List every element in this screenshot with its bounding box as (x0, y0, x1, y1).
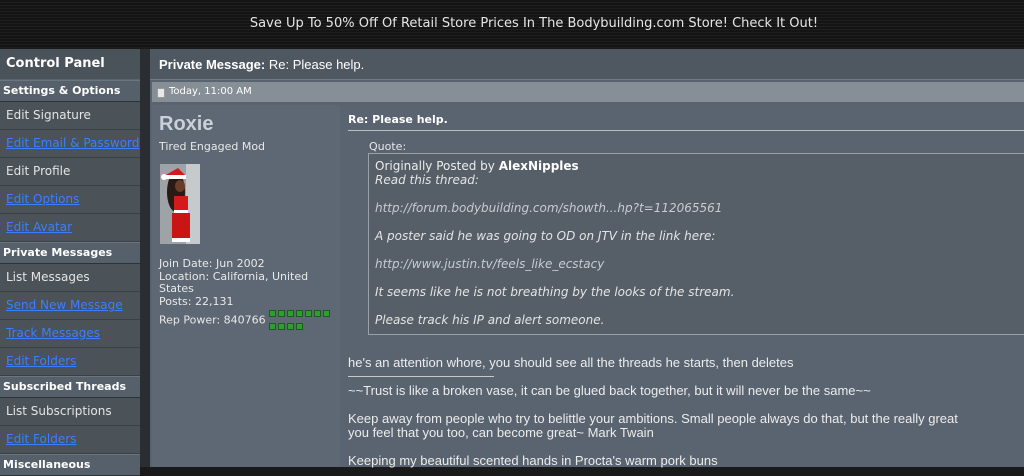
sidebar-item-edit-folders-pm[interactable]: Edit Folders (0, 348, 140, 376)
avatar-image-icon (160, 164, 200, 244)
quote-link-1[interactable]: http://forum.bodybuilding.com/showth...h… (375, 201, 722, 215)
signature-line-2: Keep away from people who try to belittl… (348, 411, 958, 426)
sidebar-item-edit-profile[interactable]: Edit Profile (0, 158, 140, 186)
quote-label: Quote: (369, 140, 407, 153)
username-link[interactable]: Roxie (159, 113, 213, 136)
sidebar-item-edit-folders-subs[interactable]: Edit Folders (0, 426, 140, 454)
post-date: Today, 11:00 AM (169, 86, 252, 97)
control-panel-sidebar: Control Panel Settings & Options Edit Si… (0, 49, 140, 476)
pm-header-subject: Re: Please help. (268, 57, 365, 72)
user-stats: Join Date: Jun 2002 Location: California… (159, 257, 335, 333)
post-date-bar: Today, 11:00 AM (152, 82, 1024, 102)
reputation-icons (269, 308, 332, 333)
promo-banner: Save Up To 50% Off Of Retail Store Price… (0, 0, 1024, 48)
signature-line-3: you feel that you too, can become great~… (348, 425, 654, 440)
post-icon (157, 88, 165, 98)
pm-header: Private Message: Re: Please help. (150, 49, 1024, 80)
private-message-panel: Private Message: Re: Please help. Today,… (150, 49, 1024, 468)
signature-line-1: ~~Trust is like a broken vase, it can be… (348, 383, 871, 398)
pm-header-label: Private Message (159, 57, 261, 72)
quote-line-2: A poster said he was going to OD on JTV … (375, 229, 716, 243)
quote-link-2[interactable]: http://www.justin.tv/feels_like_ecstacy (375, 257, 604, 271)
sidebar-item-edit-options[interactable]: Edit Options (0, 186, 140, 214)
location: Location: California, United States (159, 269, 309, 295)
message-column: Re: Please help. Quote: Originally Poste… (340, 105, 1024, 468)
reply-text: he's an attention whore, you should see … (348, 355, 794, 370)
sidebar-divider (140, 49, 150, 467)
page-title: Private Message: Re: Please help. (159, 57, 365, 72)
user-title: Tired Engaged Mod (159, 140, 266, 153)
quote-line-4: Please track his IP and alert someone. (375, 313, 605, 327)
avatar (160, 164, 200, 244)
section-subscribed-threads: Subscribed Threads (0, 376, 140, 398)
quote-attribution: Originally Posted by AlexNipples (375, 159, 579, 173)
signature-divider (348, 376, 494, 377)
sidebar-item-list-subscriptions[interactable]: List Subscriptions (0, 398, 140, 426)
quote-line-1: Read this thread: (375, 173, 479, 187)
sidebar-item-edit-signature[interactable]: Edit Signature (0, 102, 140, 130)
quote-author: AlexNipples (498, 159, 579, 173)
sidebar-item-send-new-message[interactable]: Send New Message (0, 292, 140, 320)
quote-line-3: It seems like he is not breathing by the… (375, 285, 735, 299)
rep-power-value: Rep Power: 840766 (159, 313, 266, 327)
rep-power: Rep Power: 840766 (159, 308, 335, 333)
title-divider (348, 130, 1024, 131)
sidebar-item-edit-avatar[interactable]: Edit Avatar (0, 214, 140, 242)
sidebar-item-list-messages[interactable]: List Messages (0, 264, 140, 292)
section-settings-options: Settings & Options (0, 80, 140, 102)
sidebar-item-edit-email-password[interactable]: Edit Email & Password (0, 130, 140, 158)
section-miscellaneous: Miscellaneous (0, 454, 140, 476)
sidebar-item-track-messages[interactable]: Track Messages (0, 320, 140, 348)
section-private-messages: Private Messages (0, 242, 140, 264)
quote-prefix: Originally Posted by (375, 159, 495, 173)
control-panel-title[interactable]: Control Panel (0, 49, 140, 80)
quote-box: Originally Posted by AlexNipples Read th… (368, 153, 1024, 335)
signature-line-4: Keeping my beautiful scented hands in Pr… (348, 453, 718, 468)
post-count: Posts: 22,131 (159, 294, 234, 308)
message-title: Re: Please help. (348, 113, 448, 126)
promo-link[interactable]: Save Up To 50% Off Of Retail Store Price… (0, 16, 1024, 31)
user-info-column: Roxie Tired Engaged Mod Join Date: Jun 2… (152, 105, 340, 467)
join-date: Join Date: Jun 2002 (159, 257, 265, 270)
